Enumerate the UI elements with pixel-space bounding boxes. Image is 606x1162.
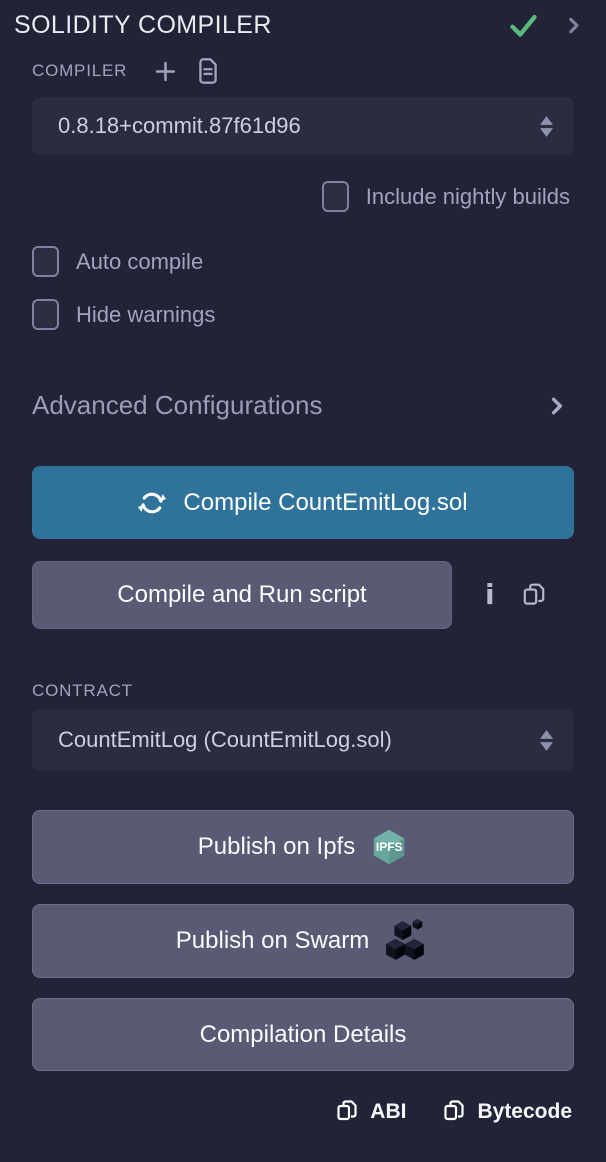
panel-collapse-chevron-icon[interactable] [563,15,584,36]
copy-icon [442,1098,466,1125]
advanced-configurations-toggle[interactable]: Advanced Configurations [32,390,574,421]
sync-icon [138,489,166,517]
auto-compile-label: Auto compile [76,249,203,275]
compile-button-label: Compile CountEmitLog.sol [183,489,467,517]
auto-compile-row: Auto compile [32,246,574,277]
contract-select[interactable]: CountEmitLog (CountEmitLog.sol) [32,709,574,771]
swarm-logo-icon [384,918,430,964]
ipfs-logo-icon: IPFS [370,828,408,866]
copy-artifacts-row: ABI Bytecode [32,1098,574,1125]
compile-button[interactable]: Compile CountEmitLog.sol [32,466,574,539]
add-compiler-plus-icon[interactable] [153,59,178,84]
contract-select-value: CountEmitLog (CountEmitLog.sol) [58,727,392,753]
page-title: SOLIDITY COMPILER [14,11,272,40]
contract-section-label: CONTRACT [32,681,574,701]
publish-ipfs-label: Publish on Ipfs [198,833,355,861]
panel-header: SOLIDITY COMPILER [0,0,606,41]
compile-and-run-label: Compile and Run script [117,581,366,609]
hide-warnings-checkbox[interactable] [32,299,59,330]
publish-swarm-label: Publish on Swarm [176,927,369,955]
compile-and-run-button[interactable]: Compile and Run script [32,561,452,629]
copy-bytecode-button[interactable]: Bytecode [442,1098,572,1125]
compilation-details-button[interactable]: Compilation Details [32,998,574,1071]
copy-icon [335,1098,359,1125]
updown-caret-icon [539,116,554,137]
chevron-right-icon [545,393,574,419]
compiler-version-select[interactable]: 0.8.18+commit.87f61d96 [32,97,574,155]
hide-warnings-row: Hide warnings [32,299,574,330]
info-icon[interactable]: i [485,581,495,609]
publish-ipfs-button[interactable]: Publish on Ipfs IPFS [32,810,574,884]
compiler-config-file-icon[interactable] [196,57,220,85]
publish-swarm-button[interactable]: Publish on Swarm [32,904,574,978]
compiler-section-label: COMPILER [32,61,127,81]
compiler-section-header: COMPILER [32,57,574,85]
ipfs-logo-text: IPFS [370,828,408,866]
updown-caret-icon [539,730,554,751]
copy-abi-label: ABI [370,1100,406,1124]
nightly-builds-label: Include nightly builds [366,184,570,210]
compile-run-row: Compile and Run script i [32,561,574,629]
copy-icon[interactable] [521,581,547,610]
compiler-version-value: 0.8.18+commit.87f61d96 [58,113,301,139]
nightly-builds-checkbox[interactable] [322,181,349,212]
advanced-configurations-label: Advanced Configurations [32,390,323,421]
copy-bytecode-label: Bytecode [477,1100,572,1124]
copy-abi-button[interactable]: ABI [335,1098,406,1125]
compilation-details-label: Compilation Details [200,1021,407,1049]
check-icon [508,10,539,41]
hide-warnings-label: Hide warnings [76,302,215,328]
nightly-builds-row: Include nightly builds [32,181,574,212]
auto-compile-checkbox[interactable] [32,246,59,277]
